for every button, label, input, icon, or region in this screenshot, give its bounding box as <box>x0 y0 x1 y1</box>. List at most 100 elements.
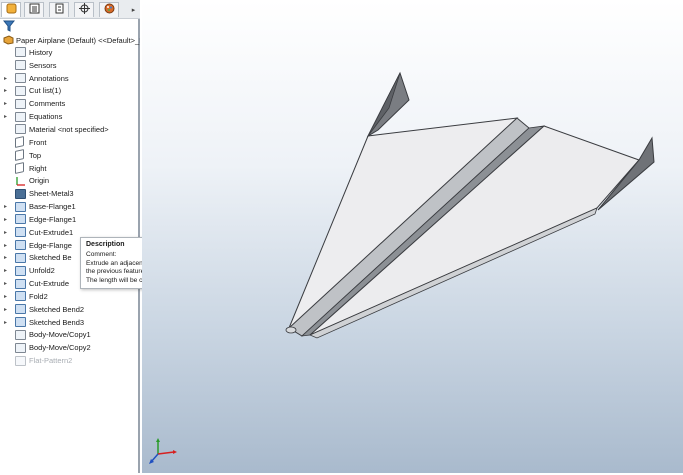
unfold-icon <box>15 265 26 276</box>
tree-item[interactable]: ▸ Base-Flange1 <box>0 200 140 213</box>
cut-list-icon <box>15 85 26 96</box>
cut-extrude-icon <box>15 278 26 289</box>
expand-arrow-icon[interactable]: ▸ <box>4 319 10 326</box>
configuration-manager-icon <box>54 3 65 17</box>
tree-item[interactable]: ▸ Sketched Bend2 <box>0 303 140 316</box>
tree-item[interactable]: ▸ Sketched Bend3 <box>0 316 140 329</box>
expand-arrow-icon[interactable]: ▸ <box>4 113 10 120</box>
expand-arrow-icon[interactable]: ▸ <box>4 254 10 261</box>
tree-item-label: Cut-Extrude1 <box>29 227 74 237</box>
tree-item[interactable]: Right <box>0 162 140 175</box>
equations-icon <box>15 111 26 122</box>
tree-item-label: Body-Move/Copy1 <box>29 330 91 340</box>
history-icon <box>15 47 26 58</box>
expand-arrow-icon[interactable]: ▸ <box>4 242 10 249</box>
material-icon <box>15 124 26 135</box>
tree-item-label: Material <not specified> <box>29 124 109 134</box>
tree-item[interactable]: Sheet-Metal3 <box>0 187 140 200</box>
part-root-item[interactable]: Paper Airplane (Default) <<Default>_Pho <box>0 34 140 46</box>
tree-item[interactable]: Sensors <box>0 59 140 72</box>
expand-arrow-icon[interactable]: ▸ <box>4 87 10 94</box>
plane-icon <box>15 136 24 149</box>
paper-airplane-model[interactable] <box>142 0 683 473</box>
tree-item-label: Edge-Flange1 <box>29 214 77 224</box>
feature-tree: History Sensors ▸ Annotations ▸ Cut list(1) ▸ C… <box>0 46 140 367</box>
tree-item-label: Fold2 <box>29 291 48 301</box>
dimxpert-icon <box>78 3 90 17</box>
tree-item[interactable]: ▸ Comments <box>0 97 140 110</box>
tree-item[interactable]: Body-Move/Copy1 <box>0 329 140 342</box>
expand-arrow-icon[interactable]: ▸ <box>4 216 10 223</box>
comments-icon <box>15 98 26 109</box>
feature-manager-panel: ▸ Paper Airplane (Default) <<Default>_Ph… <box>0 0 262 473</box>
tree-item-label: Sketched Be <box>29 253 72 263</box>
graphics-viewport[interactable] <box>142 0 683 473</box>
tree-item-label: Equations <box>29 112 63 122</box>
tab-display-manager[interactable] <box>99 2 119 17</box>
cut-extrude-icon <box>15 227 26 238</box>
tree-item[interactable]: Front <box>0 136 140 149</box>
tree-item-label: Sketched Bend2 <box>29 304 85 314</box>
tree-item-label: History <box>29 47 53 57</box>
part-root-label: Paper Airplane (Default) <<Default>_Pho <box>16 35 140 45</box>
coordinate-triad <box>148 438 178 464</box>
tree-item-label: Edge-Flange <box>29 240 72 250</box>
tree-item-label: Base-Flange1 <box>29 202 76 212</box>
expand-arrow-icon[interactable]: ▸ <box>4 293 10 300</box>
tab-property-manager[interactable] <box>24 2 44 17</box>
plane-icon <box>15 149 24 162</box>
expand-arrow-icon[interactable]: ▸ <box>4 280 10 287</box>
tree-item[interactable]: ▸ Equations <box>0 110 140 123</box>
tab-dimxpert[interactable] <box>74 2 94 17</box>
tree-item-label: Sketched Bend3 <box>29 317 85 327</box>
tree-item-label: Sheet-Metal3 <box>29 189 74 199</box>
filter-icon[interactable] <box>2 20 16 32</box>
tree-item-label: Origin <box>29 176 50 186</box>
manager-tab-bar: ▸ <box>0 0 140 19</box>
part-icon <box>3 35 14 45</box>
tree-item-label: Sensors <box>29 60 57 70</box>
tree-item[interactable]: Top <box>0 149 140 162</box>
tree-item-label: Annotations <box>29 73 69 83</box>
plane-icon <box>15 162 24 174</box>
tree-item[interactable]: ▸ Edge-Flange1 <box>0 213 140 226</box>
tab-configuration-manager[interactable] <box>49 2 69 17</box>
tree-item[interactable]: ▸ Fold2 <box>0 290 140 303</box>
tree-item[interactable]: Body-Move/Copy2 <box>0 341 140 354</box>
base-flange-icon <box>15 201 26 212</box>
property-manager-icon <box>29 3 40 17</box>
expand-arrow-icon[interactable]: ▸ <box>4 75 10 82</box>
expand-arrow-icon[interactable]: ▸ <box>4 306 10 313</box>
expand-arrow-icon[interactable]: ▸ <box>4 229 10 236</box>
origin-icon <box>15 176 26 186</box>
tree-item-label: Flat-Pattern2 <box>29 356 73 366</box>
display-manager-icon <box>104 3 115 17</box>
tree-item[interactable]: History <box>0 46 140 59</box>
tree-item[interactable]: Flat-Pattern2 <box>0 354 140 367</box>
tab-feature-manager[interactable] <box>1 2 21 17</box>
sheet-metal-icon <box>15 188 26 199</box>
tree-item-label: Top <box>29 150 42 160</box>
body-move-icon <box>15 329 26 340</box>
expand-arrow-icon[interactable]: ▸ <box>4 203 10 210</box>
flat-pattern-icon <box>15 355 26 366</box>
tree-item-label: Comments <box>29 99 66 109</box>
sketched-bend-icon <box>15 304 26 315</box>
expand-arrow-icon[interactable]: ▸ <box>4 267 10 274</box>
tree-item-label: Body-Move/Copy2 <box>29 343 91 353</box>
tree-item[interactable]: Origin <box>0 174 140 187</box>
tree-item-label: Right <box>29 163 47 173</box>
tree-item[interactable]: ▸ Annotations <box>0 72 140 85</box>
fold-icon <box>15 291 26 302</box>
sensors-icon <box>15 60 26 71</box>
tree-item-label: Front <box>29 137 47 147</box>
tree-item[interactable]: Material <not specified> <box>0 123 140 136</box>
tree-item[interactable]: ▸ Cut list(1) <box>0 85 140 98</box>
tree-item-label: Cut-Extrude <box>29 279 70 289</box>
tree-item-label: Cut list(1) <box>29 86 62 96</box>
expand-arrow-icon[interactable]: ▸ <box>4 100 10 107</box>
tab-scroll-right-button[interactable]: ▸ <box>129 4 138 15</box>
feature-manager-icon <box>6 3 17 17</box>
edge-flange-icon <box>15 214 26 225</box>
body-move-icon <box>15 342 26 353</box>
